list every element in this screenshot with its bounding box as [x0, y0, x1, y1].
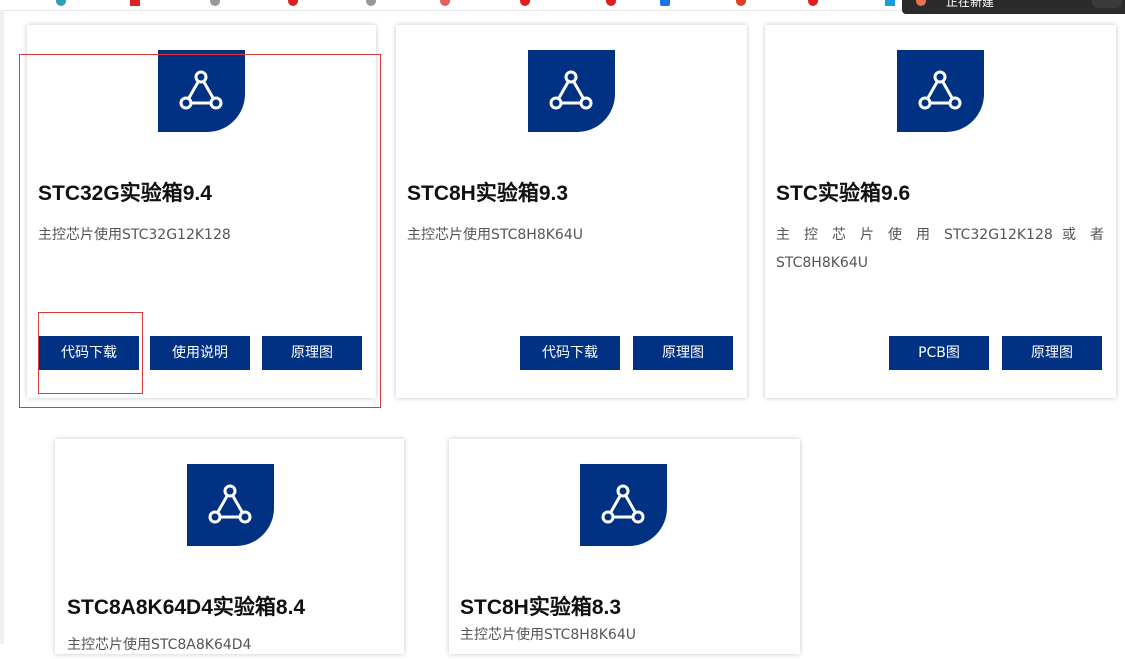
tab-favicon[interactable]: [660, 0, 670, 6]
card-description: 主控芯片使用STC8H8K64U: [407, 227, 583, 243]
card-title: STC8H实验箱8.3: [460, 596, 622, 619]
tab-favicon[interactable]: [366, 0, 376, 6]
tab-favicon[interactable]: [885, 0, 895, 6]
product-card: STC实验箱9.6 主 控 芯 片 使 用 STC32G12K128 或 者 S…: [765, 25, 1116, 398]
card-description: 主控芯片使用STC8A8K64D4: [67, 637, 252, 653]
tab-favicon[interactable]: [288, 0, 298, 6]
code-download-button[interactable]: 代码下载: [520, 336, 620, 370]
schematic-button[interactable]: 原理图: [1002, 336, 1102, 370]
card-title: STC32G实验箱9.4: [38, 182, 212, 205]
tab-favicon[interactable]: [520, 0, 530, 6]
card-description: 主控芯片使用STC32G12K128: [38, 227, 231, 243]
share-graph-icon: [580, 464, 667, 546]
tab-favicon[interactable]: [736, 0, 746, 6]
share-graph-icon: [528, 50, 615, 132]
product-card: STC8H实验箱8.3 主控芯片使用STC8H8K64U: [449, 439, 800, 654]
card-description: 主 控 芯 片 使 用 STC32G12K128 或 者 STC8H8K64U: [776, 227, 1104, 271]
tab-favicon[interactable]: [130, 0, 140, 6]
card-title: STC8A8K64D4实验箱8.4: [67, 596, 306, 619]
download-file-icon: [916, 0, 926, 6]
download-notification[interactable]: 正在新建: [902, 0, 1125, 14]
code-download-button[interactable]: 代码下载: [39, 336, 139, 370]
user-manual-button[interactable]: 使用说明: [150, 336, 250, 370]
card-title: STC8H实验箱9.3: [407, 182, 569, 205]
card-title: STC实验箱9.6: [776, 182, 911, 205]
pcb-button[interactable]: PCB图: [889, 336, 989, 370]
share-graph-icon: [187, 464, 274, 546]
tab-favicon[interactable]: [56, 0, 66, 6]
share-graph-icon: [897, 50, 984, 132]
share-graph-icon: [158, 50, 245, 132]
schematic-button[interactable]: 原理图: [633, 336, 733, 370]
download-close-button[interactable]: [1092, 0, 1122, 8]
product-card: STC8H实验箱9.3 主控芯片使用STC8H8K64U 代码下载 原理图: [396, 25, 747, 398]
schematic-button[interactable]: 原理图: [262, 336, 362, 370]
product-card: STC8A8K64D4实验箱8.4 主控芯片使用STC8A8K64D4: [55, 439, 404, 654]
card-description: 主控芯片使用STC8H8K64U: [460, 627, 636, 643]
page-edge: [0, 10, 4, 644]
tab-favicon[interactable]: [440, 0, 450, 6]
tab-favicon[interactable]: [808, 0, 818, 6]
product-card: STC32G实验箱9.4 主控芯片使用STC32G12K128 代码下载 使用说…: [27, 25, 376, 398]
tab-favicon[interactable]: [606, 0, 616, 6]
download-status-text: 正在新建: [946, 0, 995, 9]
tab-favicon[interactable]: [210, 0, 220, 6]
